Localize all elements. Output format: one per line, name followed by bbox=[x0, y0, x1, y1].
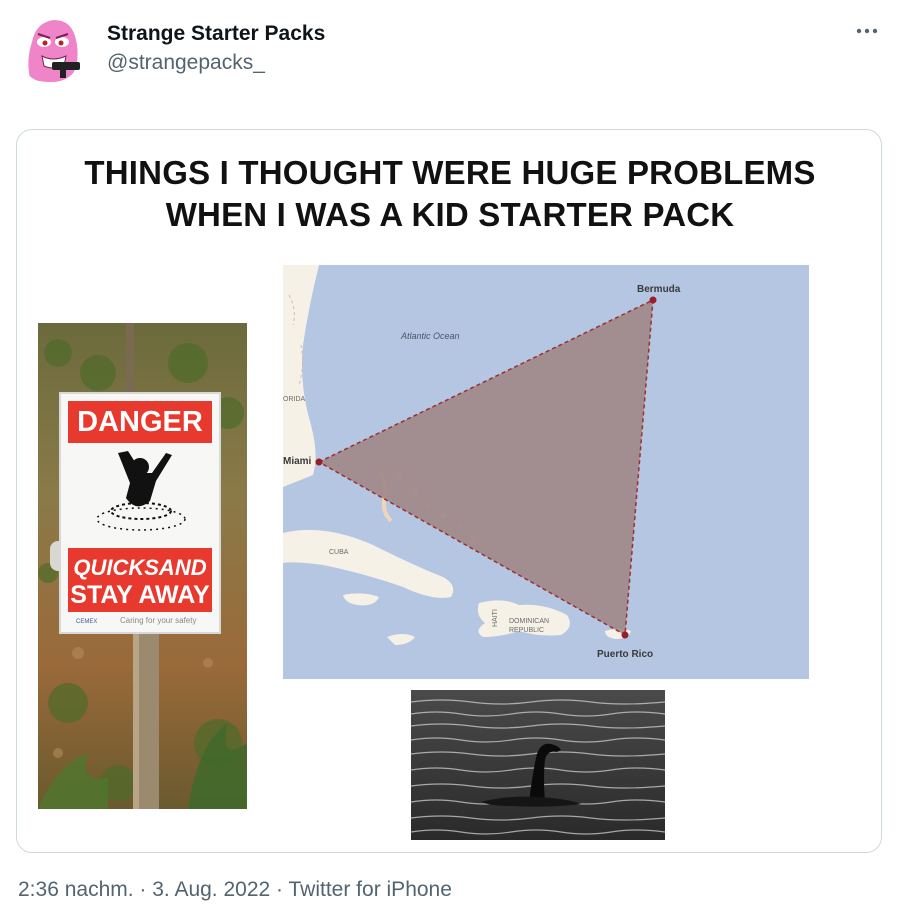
tweet-meta: 2:36 nachm. · 3. Aug. 2022 · Twitter for… bbox=[18, 878, 452, 902]
sign-quicksand-text: QUICKSAND bbox=[73, 555, 206, 580]
map-cuba-label: CUBA bbox=[329, 549, 349, 556]
tweet-media-image[interactable]: THINGS I THOUGHT WERE HUGE PROBLEMS WHEN… bbox=[16, 129, 882, 853]
author-display-name[interactable]: Strange Starter Packs bbox=[107, 22, 325, 46]
sign-danger-text: DANGER bbox=[77, 406, 203, 438]
sign-stay-away-text: STAY AWAY bbox=[70, 581, 210, 609]
map-haiti-label: HAITI bbox=[492, 609, 499, 627]
meta-separator: · bbox=[270, 878, 289, 901]
bermuda-triangle-map: Atlantic Ocean ORIDA CUBA HAITI DOMINICA… bbox=[283, 265, 809, 679]
tweet-time-link[interactable]: 2:36 nachm. bbox=[18, 878, 134, 901]
avatar-image bbox=[16, 12, 88, 84]
map-florida-label: ORIDA bbox=[283, 396, 306, 403]
meta-separator: · bbox=[133, 878, 153, 901]
map-dominican-label-2: REPUBLIC bbox=[509, 627, 544, 634]
tweet-source-link[interactable]: Twitter for iPhone bbox=[289, 878, 452, 901]
map-atlantic-ocean-label: Atlantic Ocean bbox=[400, 331, 460, 341]
sign-brand-text: CEMEX bbox=[76, 619, 97, 625]
meme-title-line-1: THINGS I THOUGHT WERE HUGE PROBLEMS bbox=[84, 154, 816, 191]
quicksand-sign-photo: DANGER QUICKSAND STAY AWAY CEMEX Caring … bbox=[38, 323, 247, 809]
avatar[interactable] bbox=[16, 12, 88, 84]
author-block[interactable]: Strange Starter Packs @strangepacks_ bbox=[107, 22, 325, 76]
map-dominican-label-1: DOMINICAN bbox=[509, 618, 549, 625]
tweet-date-link[interactable]: 3. Aug. 2022 bbox=[152, 878, 270, 901]
map-puerto-rico-label: Puerto Rico bbox=[597, 649, 653, 660]
sign-footer-text: Caring for your safety bbox=[120, 616, 196, 625]
tweet: Strange Starter Packs @strangepacks_ THI… bbox=[0, 0, 900, 924]
author-handle[interactable]: @strangepacks_ bbox=[107, 50, 325, 76]
meme-title-line-2: WHEN I WAS A KID STARTER PACK bbox=[165, 196, 735, 233]
meme-title: THINGS I THOUGHT WERE HUGE PROBLEMS WHEN… bbox=[17, 152, 881, 236]
more-options-button[interactable] bbox=[854, 18, 880, 44]
map-bermuda-label: Bermuda bbox=[637, 284, 681, 295]
map-miami-label: Miami bbox=[283, 456, 312, 467]
loch-ness-monster-photo bbox=[411, 690, 665, 840]
ellipsis-icon bbox=[856, 28, 878, 34]
